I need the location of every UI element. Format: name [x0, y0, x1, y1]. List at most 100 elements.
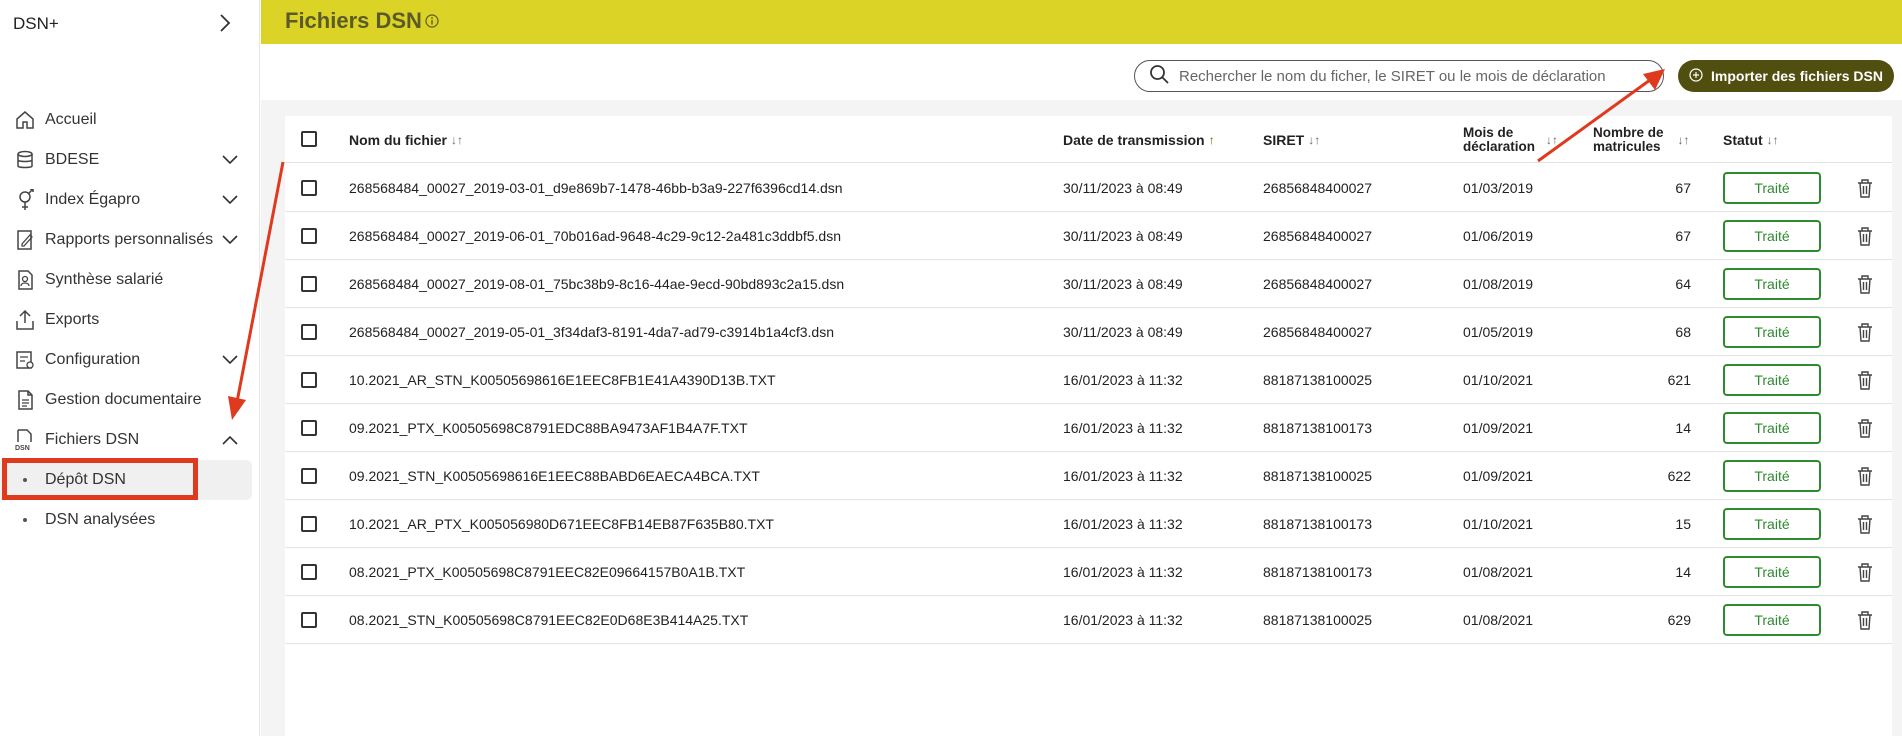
siret: 26856848400027	[1263, 180, 1373, 196]
sidebar-item-accueil[interactable]: Accueil	[0, 100, 260, 140]
row-checkbox[interactable]	[301, 372, 317, 388]
import-dsn-button[interactable]: Importer des fichiers DSN	[1678, 60, 1894, 92]
file-name: 268568484_00027_2019-06-01_70b016ad-9648…	[349, 228, 841, 244]
dsn-file-icon: DSN	[13, 428, 37, 452]
file-name: 10.2021_AR_STN_K00505698616E1EEC8FB1E41A…	[349, 372, 776, 388]
trash-icon[interactable]	[1853, 176, 1877, 200]
row-checkbox[interactable]	[301, 276, 317, 292]
sidebar-subitem-label: DSN analysées	[45, 511, 156, 528]
sidebar-item-fichiers-dsn[interactable]: DSN Fichiers DSN	[0, 420, 260, 460]
declaration-month: 01/06/2019	[1463, 228, 1534, 244]
transmission-date: 30/11/2023 à 08:49	[1063, 276, 1183, 292]
chevron-down-icon[interactable]	[218, 228, 242, 252]
column-label: Nombre de matricules	[1593, 125, 1664, 154]
table-row: 268568484_00027_2019-03-01_d9e869b7-1478…	[285, 164, 1892, 212]
sidebar-item-label: Exports	[45, 311, 100, 328]
siret: 26856848400027	[1263, 228, 1373, 244]
row-checkbox[interactable]	[301, 516, 317, 532]
chevron-down-icon[interactable]	[218, 148, 242, 172]
trash-icon[interactable]	[1853, 464, 1877, 488]
sidebar: DSN+ Accueil BDESE Index Égapro Rapports…	[0, 0, 260, 736]
trash-icon[interactable]	[1853, 368, 1877, 392]
sort-ascending-icon[interactable]: ↑	[1209, 133, 1215, 147]
table-row: 08.2021_PTX_K00505698C8791EEC82E09664157…	[285, 548, 1892, 596]
sort-icon[interactable]: ↓↑	[451, 133, 463, 147]
row-checkbox[interactable]	[301, 180, 317, 196]
sidebar-subitem-dsn-analysees[interactable]: DSN analysées	[0, 500, 260, 540]
row-checkbox[interactable]	[301, 324, 317, 340]
sidebar-item-index-egapro[interactable]: Index Égapro	[0, 180, 260, 220]
table-header: Nom du fichier ↓↑ Date de transmission ↑ S…	[285, 116, 1892, 163]
sort-icon[interactable]: ↓↑	[1546, 133, 1558, 147]
row-checkbox[interactable]	[301, 468, 317, 484]
sort-icon[interactable]: ↓↑	[1308, 133, 1320, 147]
declaration-month: 01/09/2021	[1463, 420, 1534, 436]
trash-icon[interactable]	[1853, 416, 1877, 440]
search-box[interactable]	[1134, 60, 1664, 92]
column-header-name[interactable]: Nom du fichier ↓↑	[349, 116, 463, 163]
annotation-highlight-box	[2, 458, 198, 500]
column-label-line: matricules	[1593, 138, 1661, 154]
trash-icon[interactable]	[1853, 224, 1877, 248]
siret: 88187138100173	[1263, 516, 1373, 532]
sidebar-item-label: Accueil	[45, 111, 97, 128]
transmission-date: 16/01/2023 à 11:32	[1063, 468, 1183, 484]
column-header-month[interactable]: Mois de déclaration	[1463, 116, 1535, 163]
transmission-date: 30/11/2023 à 08:49	[1063, 180, 1183, 196]
trash-icon[interactable]	[1853, 512, 1877, 536]
sidebar-item-bdese[interactable]: BDESE	[0, 140, 260, 180]
column-label-line: déclaration	[1463, 138, 1536, 154]
column-header-siret[interactable]: SIRET ↓↑	[1263, 116, 1320, 163]
siret: 88187138100173	[1263, 564, 1373, 580]
transmission-date: 16/01/2023 à 11:32	[1063, 612, 1183, 628]
file-name: 268568484_00027_2019-05-01_3f34daf3-8191…	[349, 324, 834, 340]
transmission-date: 30/11/2023 à 08:49	[1063, 324, 1183, 340]
trash-icon[interactable]	[1853, 320, 1877, 344]
upload-icon	[13, 308, 37, 332]
trash-icon[interactable]	[1853, 560, 1877, 584]
column-header-count[interactable]: Nombre de matricules ↓↑	[1593, 116, 1690, 163]
search-icon	[1149, 64, 1169, 89]
status-badge: Traité	[1723, 220, 1821, 252]
trash-icon[interactable]	[1853, 272, 1877, 296]
column-header-month-sort[interactable]: ↓↑	[1542, 116, 1558, 163]
sidebar-item-rapports-personnalises[interactable]: Rapports personnalisés	[0, 220, 260, 260]
trash-icon[interactable]	[1853, 608, 1877, 632]
chevron-down-icon[interactable]	[218, 188, 242, 212]
sidebar-item-label: Index Égapro	[45, 191, 141, 208]
sidebar-item-label: BDESE	[45, 151, 100, 168]
config-icon	[13, 348, 37, 372]
sort-icon[interactable]: ↓↑	[1678, 133, 1690, 147]
table-row: 268568484_00027_2019-08-01_75bc38b9-8c16…	[285, 260, 1892, 308]
sidebar-item-synthese-salarie[interactable]: Synthèse salarié	[0, 260, 260, 300]
employee-count: 15	[1675, 516, 1691, 532]
row-checkbox[interactable]	[301, 564, 317, 580]
sidebar-toggle-chevron-right-icon[interactable]	[212, 10, 238, 36]
column-header-date[interactable]: Date de transmission ↑	[1063, 116, 1215, 163]
table-row: 10.2021_AR_PTX_K005056980D671EEC8FB14EB8…	[285, 500, 1892, 548]
sort-icon[interactable]: ↓↑	[1767, 133, 1779, 147]
employee-count: 68	[1675, 324, 1691, 340]
transmission-date: 16/01/2023 à 11:32	[1063, 372, 1183, 388]
declaration-month: 01/10/2021	[1463, 516, 1534, 532]
status-badge: Traité	[1723, 172, 1821, 204]
sidebar-item-exports[interactable]: Exports	[0, 300, 260, 340]
select-all-checkbox[interactable]	[301, 131, 317, 147]
table-row: 09.2021_PTX_K00505698C8791EDC88BA9473AF1…	[285, 404, 1892, 452]
column-header-status[interactable]: Statut ↓↑	[1723, 116, 1779, 163]
app-brand: DSN+	[13, 14, 59, 33]
info-icon[interactable]	[425, 14, 439, 33]
bullet-dot	[23, 518, 27, 522]
sidebar-item-gestion-documentaire[interactable]: Gestion documentaire	[0, 380, 260, 420]
row-checkbox[interactable]	[301, 420, 317, 436]
sidebar-item-configuration[interactable]: Configuration	[0, 340, 260, 380]
table-row: 10.2021_AR_STN_K00505698616E1EEC8FB1E41A…	[285, 356, 1892, 404]
file-name: 09.2021_PTX_K00505698C8791EDC88BA9473AF1…	[349, 420, 748, 436]
chevron-up-icon[interactable]	[218, 428, 242, 452]
chevron-down-icon[interactable]	[218, 348, 242, 372]
search-input[interactable]	[1179, 67, 1639, 85]
status-badge: Traité	[1723, 460, 1821, 492]
import-button-label: Importer des fichiers DSN	[1711, 68, 1883, 84]
row-checkbox[interactable]	[301, 612, 317, 628]
row-checkbox[interactable]	[301, 228, 317, 244]
